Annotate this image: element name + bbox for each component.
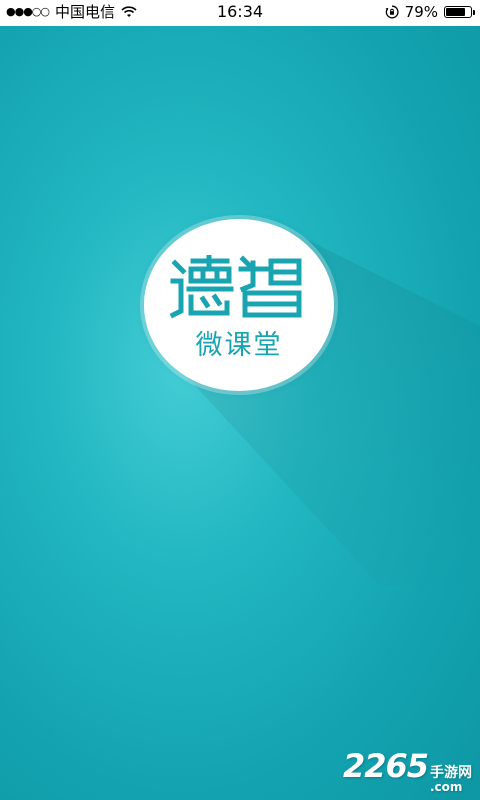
splash-screen: ●●●○○ 中国电信 16:34 79% 微课堂 2265 手游网 .com [0, 0, 480, 800]
logo-long-shadow [188, 231, 480, 586]
site-watermark: 2265 手游网 .com [343, 749, 472, 794]
status-bar: ●●●○○ 中国电信 16:34 79% [0, 0, 480, 26]
watermark-domain: .com [430, 780, 463, 794]
watermark-site-name: 手游网 [430, 765, 472, 781]
app-logo: 德智 [144, 219, 334, 391]
splash-background: 德智 [0, 26, 480, 800]
logo-calligraphy-mark [169, 255, 309, 319]
battery-icon [444, 6, 475, 18]
watermark-number: 2265 [342, 747, 429, 785]
battery-level-fill [446, 8, 465, 16]
logo-subtitle: 微课堂 [195, 330, 283, 361]
rotation-lock-icon [385, 5, 399, 19]
battery-percentage: 79% [404, 3, 438, 21]
